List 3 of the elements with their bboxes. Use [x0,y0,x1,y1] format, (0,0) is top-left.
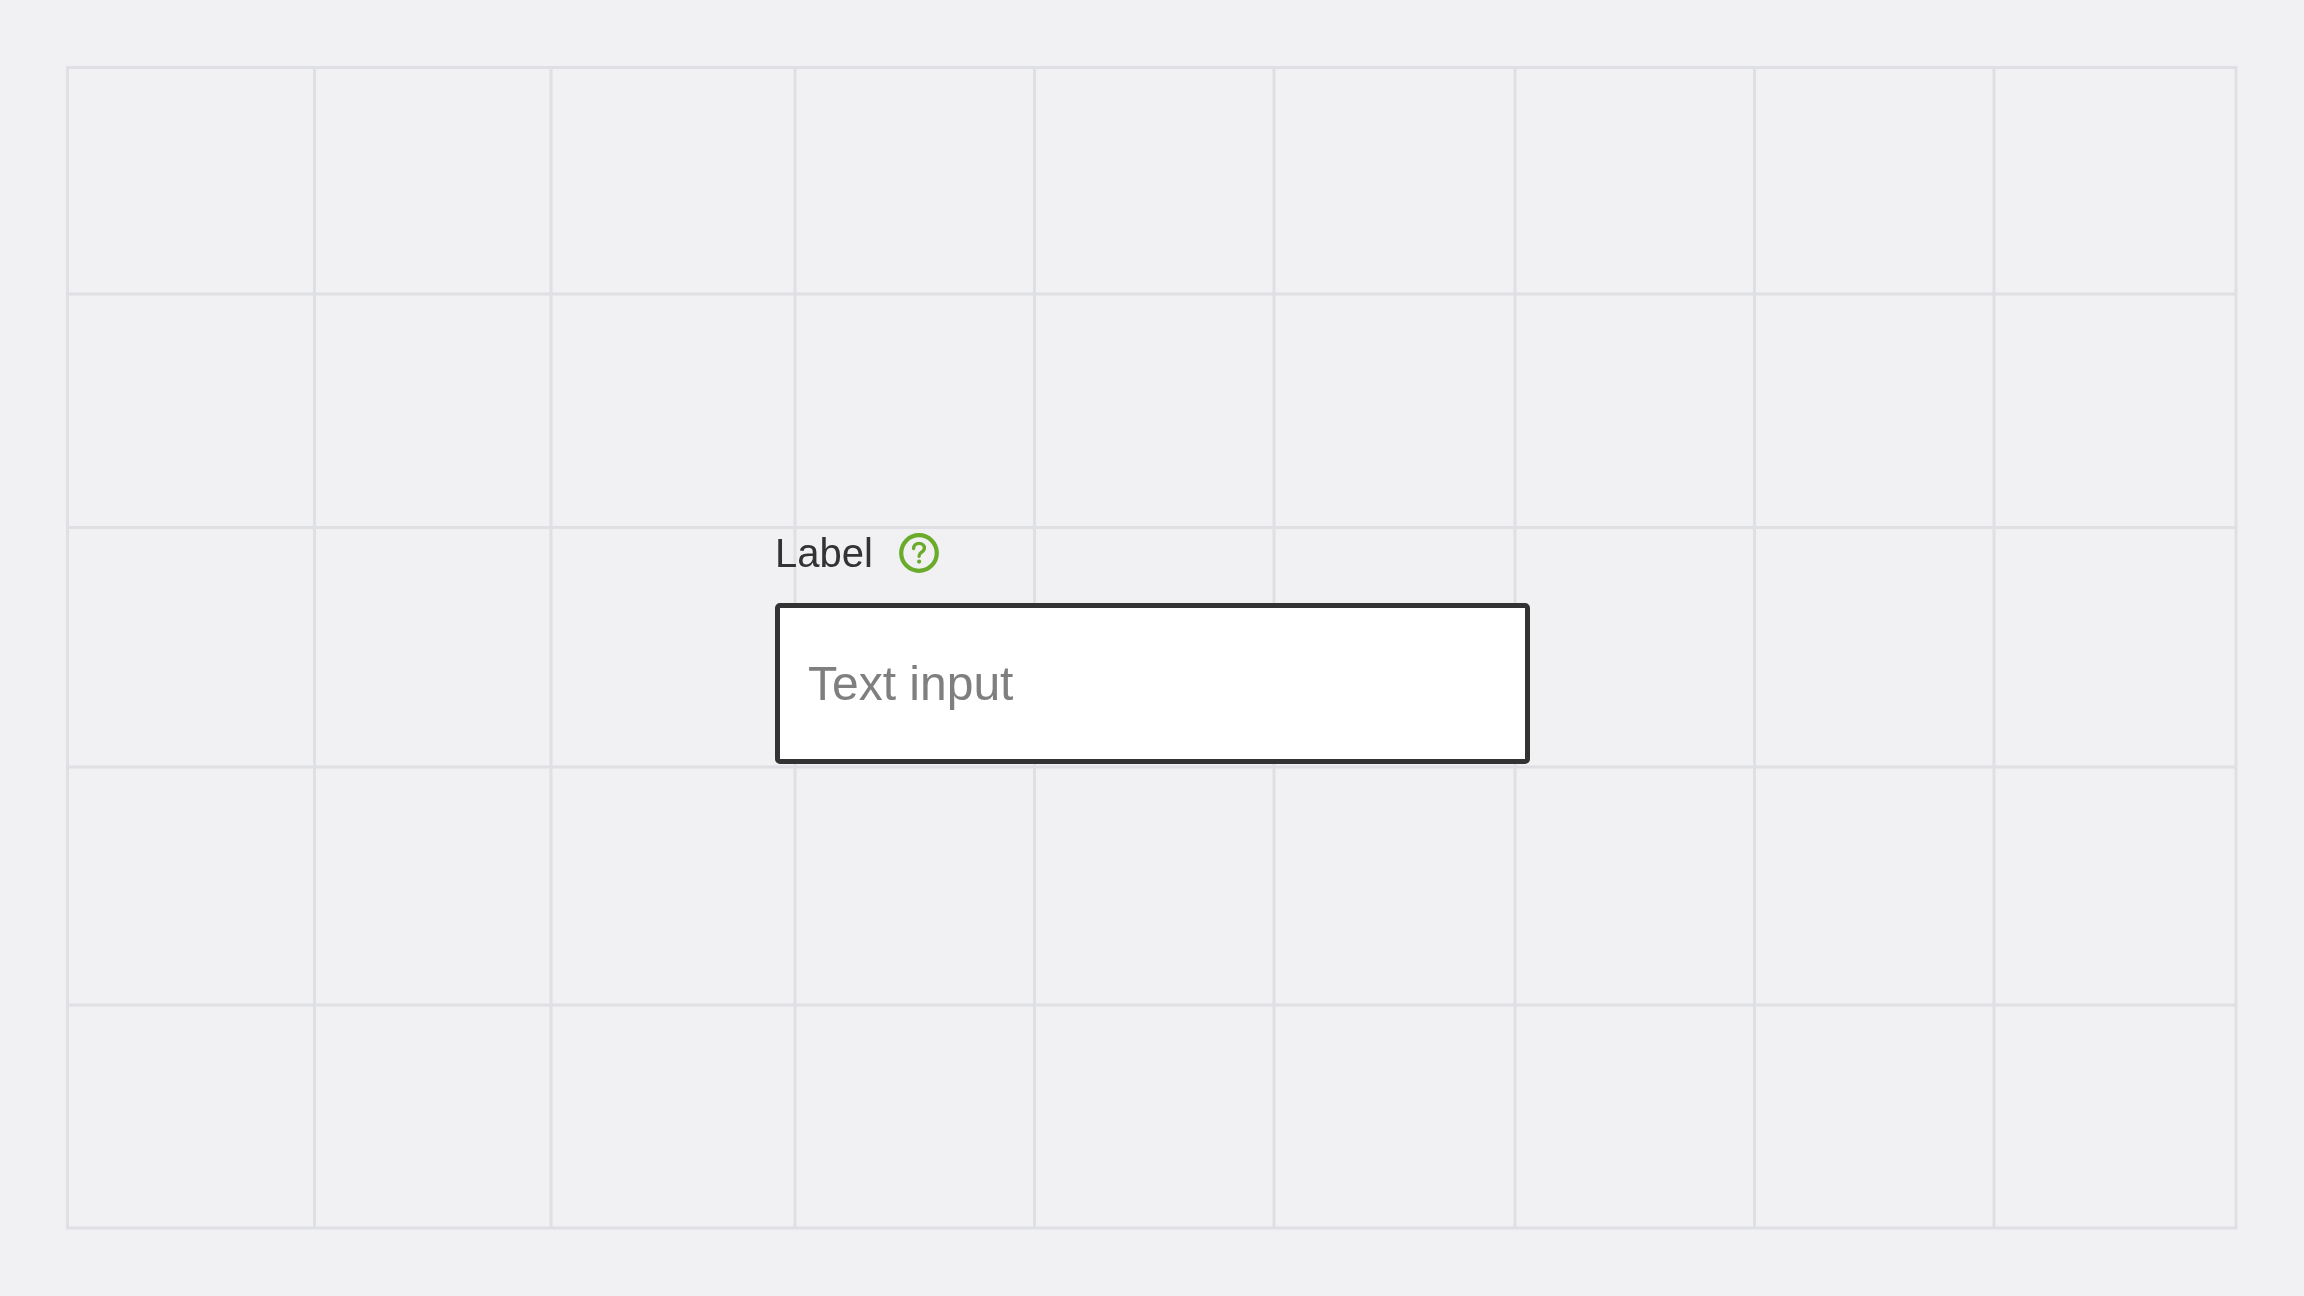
text-input[interactable]: Text input [775,603,1530,764]
field-label: Label [775,530,873,576]
help-icon[interactable] [898,533,939,573]
